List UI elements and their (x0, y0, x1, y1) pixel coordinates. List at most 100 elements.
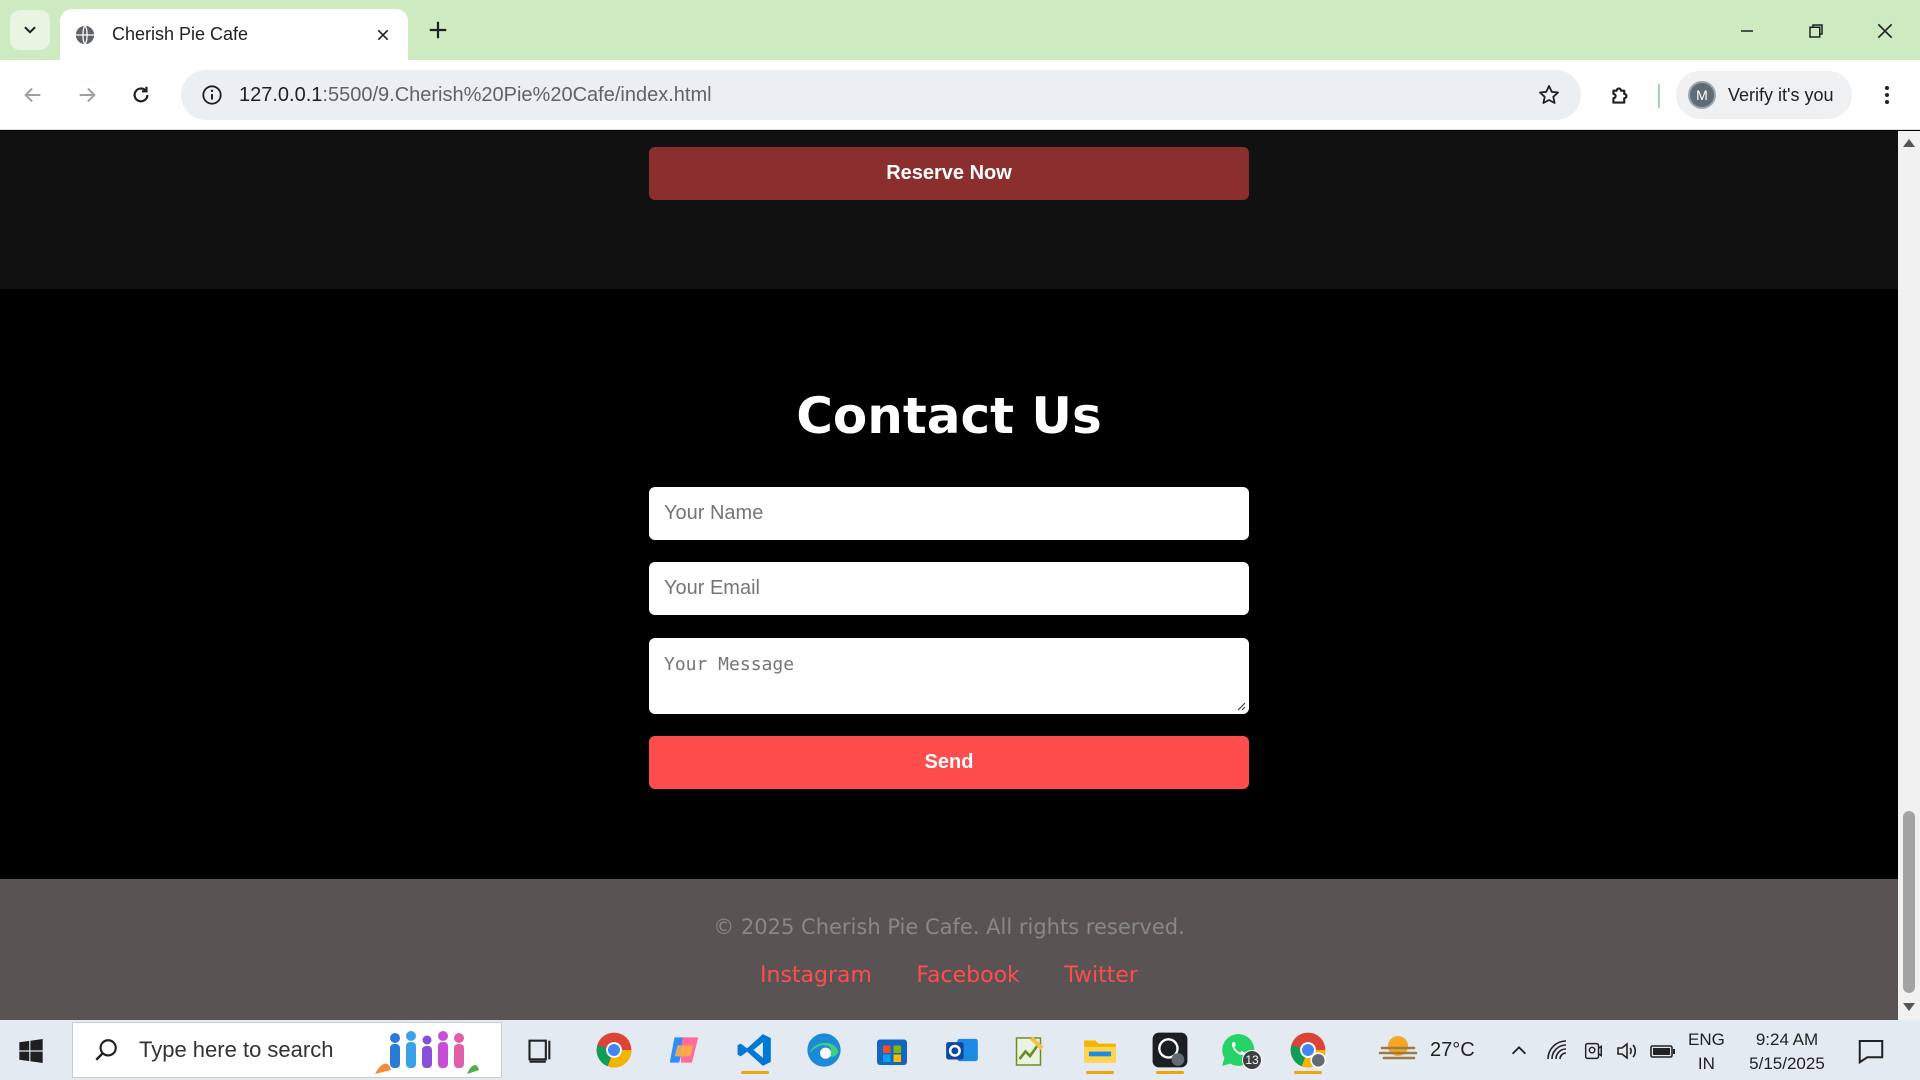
show-hidden-icons-button[interactable] (1506, 1038, 1532, 1064)
task-view-button[interactable] (516, 1026, 564, 1074)
restore-button[interactable] (1799, 14, 1833, 48)
copilot-icon (669, 1037, 699, 1063)
haze-weather-icon (1378, 1036, 1418, 1060)
tab-title: Cherish Pie Cafe (112, 24, 249, 44)
vscode-icon (737, 1034, 771, 1066)
bookmark-button[interactable] (1535, 81, 1563, 109)
people-illustration-icon (375, 1031, 479, 1074)
email-input[interactable] (649, 562, 1249, 615)
avatar: M (1688, 81, 1716, 109)
chevron-down-icon (24, 26, 36, 34)
battery-icon (1650, 1045, 1675, 1058)
minimize-button[interactable] (1730, 14, 1764, 48)
extensions-button[interactable] (1604, 78, 1638, 112)
plus-icon (429, 21, 447, 39)
taskbar-store[interactable] (868, 1026, 916, 1074)
profile-label: Verify it's you (1728, 84, 1834, 105)
notification-center-icon[interactable] (1856, 1036, 1886, 1066)
reserve-now-button[interactable]: Reserve Now (649, 147, 1249, 200)
facebook-link[interactable]: Facebook (916, 963, 1019, 988)
browser-menu-button[interactable] (1870, 78, 1904, 112)
browser-toolbar: 127.0.0.1:5500/9.Cherish%20Pie%20Cafe/in… (0, 60, 1920, 130)
taskbar-chrome[interactable] (590, 1026, 638, 1074)
name-input[interactable] (649, 487, 1249, 540)
running-indicator (1156, 1071, 1184, 1074)
windows-logo-icon (19, 1038, 43, 1064)
browser-tab[interactable]: Cherish Pie Cafe (60, 9, 408, 60)
scroll-up-arrow-icon[interactable] (1902, 137, 1916, 149)
chrome-icon (596, 1032, 632, 1068)
whatsapp-badge: 13 (1242, 1050, 1262, 1070)
taskbar-chrome-profile[interactable] (1284, 1026, 1332, 1074)
scrollbar-thumb[interactable] (1903, 811, 1915, 993)
page-viewport: Reserve Now Contact Us Send © 2025 Cheri… (0, 131, 1898, 1020)
store-icon (877, 1039, 907, 1065)
scroll-down-arrow-icon[interactable] (1902, 1001, 1916, 1013)
forward-button[interactable] (70, 78, 104, 112)
clock-time: 9:24 AM (1755, 1030, 1819, 1049)
network-button[interactable] (1544, 1038, 1570, 1064)
running-indicator (741, 1071, 769, 1074)
meet-icon (1584, 1042, 1602, 1060)
windows-taskbar: Type here to search 13 27°C ENG IN 9:24 … (0, 1020, 1920, 1080)
meet-now-button[interactable] (1580, 1038, 1606, 1064)
send-button[interactable]: Send (649, 736, 1249, 789)
tab-search-button[interactable] (10, 10, 50, 50)
taskbar-vscode[interactable] (731, 1026, 779, 1074)
site-info-button[interactable] (199, 82, 225, 108)
contact-section: Contact Us Send (0, 289, 1898, 879)
window-close-button[interactable] (1868, 14, 1902, 48)
reload-icon (133, 86, 149, 103)
taskbar-search-placeholder: Type here to search (139, 1037, 334, 1062)
taskbar-edge[interactable] (800, 1026, 848, 1074)
taskbar-notepad[interactable] (1006, 1026, 1054, 1074)
region-code: IN (1697, 1054, 1715, 1073)
tab-close-button[interactable] (372, 24, 394, 46)
message-textarea[interactable] (649, 638, 1249, 714)
weather-temperature: 27°C (1430, 1038, 1475, 1061)
back-button[interactable] (16, 78, 50, 112)
globe-icon (75, 24, 95, 45)
taskbar-copilot[interactable] (660, 1026, 708, 1074)
puzzle-icon (1612, 87, 1628, 104)
twitter-link[interactable]: Twitter (1064, 963, 1138, 988)
arrow-left-icon (24, 87, 41, 103)
browser-tab-strip: Cherish Pie Cafe (0, 0, 1920, 60)
taskbar-github[interactable] (1146, 1026, 1194, 1074)
copyright-text: © 2025 Cherish Pie Cafe. All rights rese… (713, 915, 1185, 939)
taskbar-outlook[interactable] (938, 1026, 986, 1074)
taskbar-whatsapp[interactable]: 13 (1214, 1026, 1262, 1074)
running-indicator (1086, 1071, 1114, 1074)
taskbar-file-explorer[interactable] (1076, 1026, 1124, 1074)
more-vertical-icon (1885, 86, 1889, 104)
address-bar[interactable]: 127.0.0.1:5500/9.Cherish%20Pie%20Cafe/in… (181, 70, 1581, 120)
battery-button[interactable] (1650, 1038, 1676, 1064)
profile-button[interactable]: M Verify it's you (1676, 71, 1852, 119)
clock-button[interactable]: 9:24 AM 5/15/2025 (1742, 1028, 1832, 1076)
page-scrollbar[interactable] (1898, 131, 1920, 1020)
chevron-up-icon (1511, 1046, 1527, 1055)
weather-widget[interactable]: 27°C (1378, 1030, 1475, 1070)
input-language-button[interactable]: ENG IN (1688, 1028, 1725, 1076)
start-button[interactable] (14, 1034, 48, 1068)
star-icon (1539, 85, 1559, 104)
resize-grip-icon[interactable] (1236, 701, 1246, 711)
wifi-icon (1547, 1040, 1567, 1060)
close-icon (377, 29, 389, 40)
edge-icon (807, 1033, 841, 1067)
volume-button[interactable] (1614, 1038, 1640, 1064)
social-links: Instagram Facebook Twitter (0, 963, 1898, 988)
url-path: :5500/9.Cherish%20Pie%20Cafe/index.html (322, 83, 712, 106)
new-tab-button[interactable] (424, 16, 452, 44)
toolbar-divider (1658, 84, 1660, 108)
reservation-section: Reserve Now (0, 131, 1898, 289)
instagram-link[interactable]: Instagram (760, 963, 872, 988)
taskbar-search[interactable]: Type here to search (72, 1022, 502, 1078)
minimize-icon (1741, 30, 1753, 32)
chrome-profile-icon (1290, 1032, 1327, 1069)
arrow-right-icon (79, 87, 96, 103)
reload-button[interactable] (124, 78, 158, 112)
url-host: 127.0.0.1 (239, 83, 323, 106)
url-text: 127.0.0.1:5500/9.Cherish%20Pie%20Cafe/in… (239, 84, 1535, 107)
running-indicator (1294, 1071, 1322, 1074)
